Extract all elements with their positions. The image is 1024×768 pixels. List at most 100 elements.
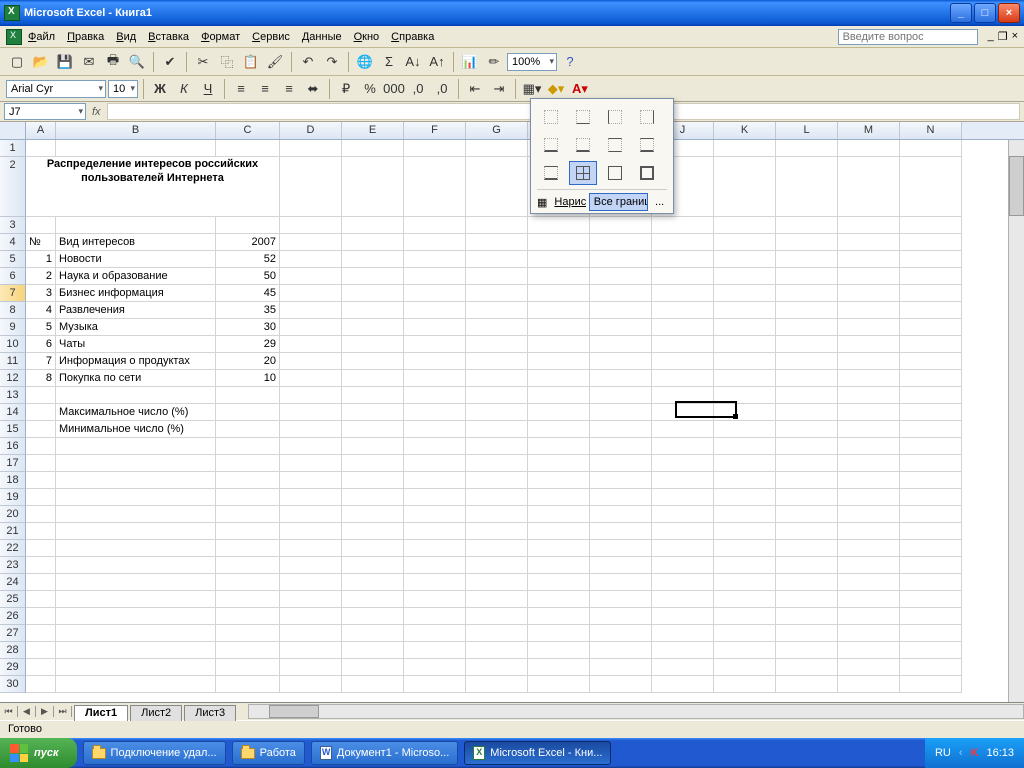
cell[interactable]: 3: [26, 285, 56, 302]
cell[interactable]: [900, 608, 962, 625]
row-header[interactable]: 8: [0, 302, 26, 319]
cell[interactable]: [900, 319, 962, 336]
clock[interactable]: 16:13: [986, 747, 1014, 759]
cell[interactable]: [528, 608, 590, 625]
cell[interactable]: [342, 353, 404, 370]
tab-nav-last-icon[interactable]: ⏭: [54, 706, 72, 717]
col-M[interactable]: M: [838, 122, 900, 139]
hyperlink-icon[interactable]: 🌐: [354, 51, 376, 73]
cell[interactable]: [652, 608, 714, 625]
cell[interactable]: [900, 387, 962, 404]
cell[interactable]: [714, 421, 776, 438]
menu-format[interactable]: Формат: [201, 31, 240, 43]
taskbar-item-3[interactable]: Документ1 - Microso...: [311, 741, 458, 765]
cell[interactable]: [900, 285, 962, 302]
cell[interactable]: [528, 472, 590, 489]
cell[interactable]: [26, 676, 56, 693]
cell[interactable]: [900, 217, 962, 234]
cell[interactable]: [404, 336, 466, 353]
cell[interactable]: [590, 251, 652, 268]
cell[interactable]: [900, 353, 962, 370]
cell[interactable]: [528, 574, 590, 591]
cell[interactable]: 7: [26, 353, 56, 370]
cell[interactable]: [838, 285, 900, 302]
cell[interactable]: [590, 540, 652, 557]
cell[interactable]: Музыка: [56, 319, 216, 336]
cell[interactable]: [404, 591, 466, 608]
cell[interactable]: [26, 438, 56, 455]
cell[interactable]: [776, 608, 838, 625]
cell[interactable]: [216, 506, 280, 523]
cell[interactable]: [26, 506, 56, 523]
cell[interactable]: [56, 608, 216, 625]
cell[interactable]: [590, 387, 652, 404]
border-bottom-thick[interactable]: [569, 133, 597, 157]
font-size-combo[interactable]: 10: [108, 80, 138, 98]
doc-restore-button[interactable]: ❐: [998, 30, 1008, 43]
cell[interactable]: [216, 404, 280, 421]
cell[interactable]: [466, 642, 528, 659]
cell[interactable]: [466, 506, 528, 523]
cell[interactable]: [342, 268, 404, 285]
cell[interactable]: [466, 438, 528, 455]
cell[interactable]: [900, 302, 962, 319]
cell[interactable]: [776, 157, 838, 217]
cell[interactable]: [342, 659, 404, 676]
cell[interactable]: [466, 489, 528, 506]
cell[interactable]: 8: [26, 370, 56, 387]
col-A[interactable]: A: [26, 122, 56, 139]
cell[interactable]: [714, 353, 776, 370]
menu-view[interactable]: Вид: [116, 31, 136, 43]
borders-more[interactable]: ...: [650, 193, 667, 211]
cell[interactable]: [652, 387, 714, 404]
cell[interactable]: [714, 625, 776, 642]
cell[interactable]: [280, 404, 342, 421]
row-header[interactable]: 6: [0, 268, 26, 285]
col-L[interactable]: L: [776, 122, 838, 139]
cell[interactable]: [590, 336, 652, 353]
row-header[interactable]: 9: [0, 319, 26, 336]
tray-icon-2[interactable]: K: [971, 747, 979, 759]
cell[interactable]: [56, 659, 216, 676]
cell[interactable]: [590, 234, 652, 251]
cell[interactable]: [776, 574, 838, 591]
cell[interactable]: [838, 455, 900, 472]
cell[interactable]: [342, 472, 404, 489]
sort-desc-icon[interactable]: A↑: [426, 51, 448, 73]
col-F[interactable]: F: [404, 122, 466, 139]
cell[interactable]: [26, 455, 56, 472]
cell[interactable]: [404, 285, 466, 302]
print-icon[interactable]: 🖶: [102, 51, 124, 73]
cell[interactable]: [900, 523, 962, 540]
cell[interactable]: [900, 489, 962, 506]
row-header[interactable]: 10: [0, 336, 26, 353]
sort-asc-icon[interactable]: A↓: [402, 51, 424, 73]
cell[interactable]: [404, 319, 466, 336]
cell[interactable]: [342, 285, 404, 302]
cell[interactable]: [528, 302, 590, 319]
font-name-combo[interactable]: Arial Cyr: [6, 80, 106, 98]
taskbar-item-1[interactable]: Подключение удал...: [83, 741, 226, 765]
cell[interactable]: [404, 234, 466, 251]
cell[interactable]: [342, 625, 404, 642]
cell[interactable]: [56, 540, 216, 557]
cell[interactable]: [838, 557, 900, 574]
cell[interactable]: [466, 574, 528, 591]
menu-help[interactable]: Справка: [391, 31, 434, 43]
cell[interactable]: 1: [26, 251, 56, 268]
cell[interactable]: [216, 540, 280, 557]
cell[interactable]: [342, 557, 404, 574]
cell[interactable]: [714, 268, 776, 285]
cell[interactable]: [900, 659, 962, 676]
cell[interactable]: [838, 140, 900, 157]
cell[interactable]: [776, 217, 838, 234]
cell[interactable]: [216, 523, 280, 540]
cell[interactable]: [590, 659, 652, 676]
menu-data[interactable]: Данные: [302, 31, 342, 43]
cell[interactable]: [590, 302, 652, 319]
currency-icon[interactable]: ₽: [335, 78, 357, 100]
cell[interactable]: [342, 642, 404, 659]
cell[interactable]: [466, 319, 528, 336]
cell[interactable]: Чаты: [56, 336, 216, 353]
cell[interactable]: [776, 285, 838, 302]
